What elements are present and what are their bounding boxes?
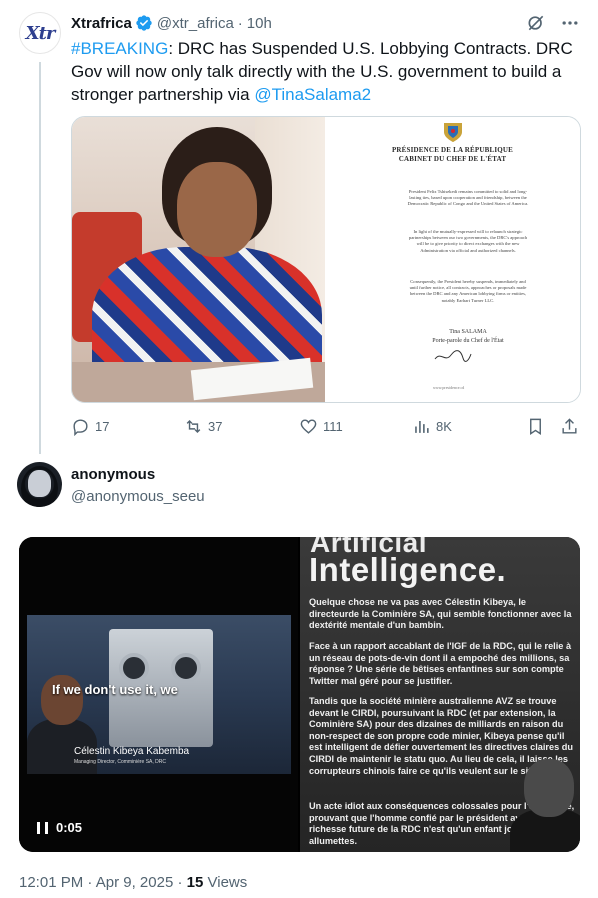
like-button[interactable]: 111	[299, 417, 343, 436]
letter-paragraph: In light of the mutually-expressed will …	[408, 229, 528, 253]
video-reel-left	[119, 653, 149, 683]
avatar-hood	[21, 466, 58, 507]
letter-paragraph: Consequently, the President hereby suspe…	[409, 279, 527, 303]
letter-header-line1: PRÉSIDENCE DE LA RÉPUBLIQUE	[391, 146, 514, 154]
media-photo-poster[interactable]: Artificial Intelligence. Quelque chose n…	[300, 537, 580, 852]
verified-badge-icon	[136, 15, 152, 31]
tweet-top-actions	[526, 13, 580, 33]
reply-button[interactable]: 17	[71, 417, 109, 436]
letter-signatory: Tina SALAMA	[449, 329, 487, 335]
video-time: 0:05	[56, 820, 83, 835]
pause-icon[interactable]	[37, 821, 48, 834]
reply-icon	[73, 419, 88, 436]
more-options-icon[interactable]	[560, 13, 580, 33]
video-caption: If we don't use it, we	[52, 682, 178, 697]
video-timestamp[interactable]: 0:05	[37, 820, 82, 835]
views-count: 8K	[436, 419, 452, 434]
poster-title: Intelligence.	[309, 551, 507, 588]
tweet-text: #BREAKING: DRC has Suspended U.S. Lobbyi…	[71, 37, 586, 106]
author-handle[interactable]: @anonymous_seeu	[71, 488, 205, 505]
photo-face	[177, 162, 257, 257]
media-photo-woman-signing[interactable]	[72, 117, 325, 402]
heart-icon	[300, 419, 317, 434]
views-button[interactable]: 8K	[412, 417, 452, 436]
media-photo-official-letter[interactable]: PRÉSIDENCE DE LA RÉPUBLIQUE CABINET DU C…	[325, 117, 580, 402]
views-chart-icon	[415, 420, 429, 433]
video-lower-third-title: Managing Director, Comminière SA, DRC	[74, 759, 166, 765]
mention-link[interactable]: @TinaSalama2	[254, 85, 371, 104]
like-count: 111	[323, 419, 343, 434]
poster-person-head	[524, 759, 574, 817]
tweet-media-grid: PRÉSIDENCE DE LA RÉPUBLIQUE CABINET DU C…	[71, 116, 581, 403]
tweet-time[interactable]: 10h	[247, 15, 272, 32]
post-time[interactable]: 12:01 PM	[19, 874, 83, 891]
views-label: Views	[207, 874, 248, 891]
views-total: 15	[186, 874, 204, 891]
letter-paragraph: President Felix Tshisekedi remains commi…	[407, 189, 529, 207]
coat-of-arms-icon	[443, 123, 462, 142]
video-reel-right	[171, 653, 201, 683]
meta-separator: ·	[177, 874, 183, 891]
author-name[interactable]: anonymous	[71, 466, 155, 483]
signature-mark	[434, 350, 472, 362]
share-icon	[562, 418, 577, 434]
post-date[interactable]: Apr 9, 2025	[96, 874, 174, 891]
tweet-meta: 12:01 PM · Apr 9, 2025 · 15 Views	[19, 874, 247, 891]
tweet-action-bar: 17 37 111 8K	[71, 417, 585, 439]
grok-icon[interactable]	[526, 13, 546, 33]
poster-person	[506, 759, 580, 852]
repost-button[interactable]: 37	[184, 417, 222, 436]
hashtag-link[interactable]: #BREAKING	[71, 39, 168, 58]
share-button[interactable]	[560, 417, 584, 436]
avatar[interactable]: Xtr	[19, 12, 61, 54]
tweet-media-grid: If we don't use it, we Célestin Kibeya K…	[19, 537, 580, 852]
reply-count: 17	[95, 419, 110, 434]
video-player[interactable]: If we don't use it, we Célestin Kibeya K…	[19, 537, 298, 852]
letter-header-line2: CABINET DU CHEF DE L'ÉTAT	[398, 155, 507, 163]
video-lower-third-name: Célestin Kibeya Kabemba	[74, 746, 190, 757]
repost-count: 37	[208, 419, 223, 434]
author-handle[interactable]: @xtr_africa	[157, 15, 234, 32]
poster-paragraph: Quelque chose ne va pas avec Célestin Ki…	[309, 597, 572, 631]
author-name[interactable]: Xtrafrica	[71, 15, 132, 32]
repost-icon	[186, 419, 201, 434]
letter-signatory-title: Porte-parole du Chef de l'État	[432, 338, 504, 344]
poster-paragraph: Face à un rapport accablant de l'IGF de …	[309, 641, 572, 686]
bookmark-button[interactable]	[526, 417, 550, 436]
letter-footer: www.presidence.cd	[433, 385, 465, 390]
letter-header: PRÉSIDENCE DE LA RÉPUBLIQUE CABINET DU C…	[325, 146, 580, 164]
bookmark-icon	[530, 418, 541, 435]
tweet-header: Xtrafrica @xtr_africa · 10h	[71, 14, 272, 32]
header-separator: ·	[237, 14, 243, 32]
avatar-logo-text: Xtr	[25, 22, 56, 44]
meta-separator: ·	[87, 874, 93, 891]
avatar[interactable]	[17, 462, 62, 507]
thread-connector-line	[39, 62, 41, 454]
